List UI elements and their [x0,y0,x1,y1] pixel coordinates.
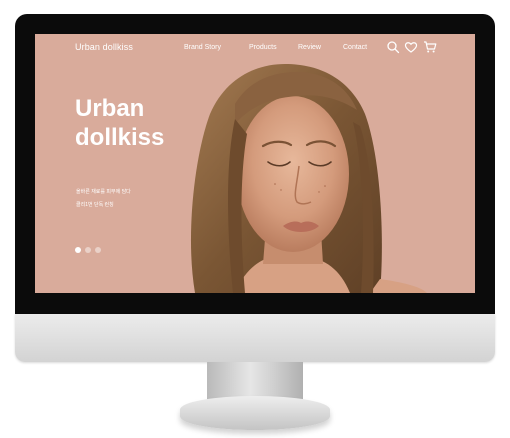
hero-title-line-2: dollkiss [75,124,165,151]
slider-dot-2[interactable] [85,247,91,253]
hero-title: Urban dollkiss [75,94,195,152]
nav-contact[interactable]: Contact [343,44,367,51]
slider-dot-1[interactable] [75,247,81,253]
hero-subtitle-line-1: 올바른 재료를 피부에 담다 [76,189,131,195]
hero-title-line-1: Urban [75,95,145,122]
nav-review[interactable]: Review [298,44,321,51]
heart-icon[interactable] [404,40,418,54]
search-icon[interactable] [386,40,400,54]
screen: Urban dollkiss Brand Story Products Revi… [35,34,475,293]
nav-brand-story[interactable]: Brand Story [184,44,221,51]
hero-subtitle-line-2: 클리1번 단독 런칭 [76,202,114,208]
nav-products[interactable]: Products [249,44,277,51]
monitor-chin [15,314,495,362]
cart-icon[interactable] [423,40,437,54]
slider-pagination [75,247,101,253]
site-logo[interactable]: Urban dollkiss [75,42,133,52]
monitor-stand-base [180,396,330,430]
slider-dot-3[interactable] [95,247,101,253]
hero-portrait-image [35,34,475,293]
